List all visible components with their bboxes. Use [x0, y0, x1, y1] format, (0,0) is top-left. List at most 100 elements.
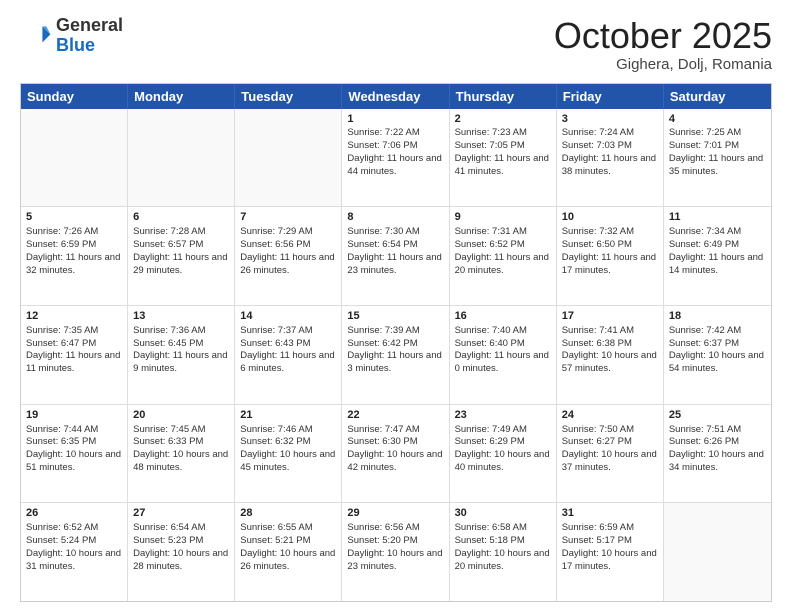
- calendar-header-saturday: Saturday: [664, 84, 771, 109]
- calendar-empty-cell: [128, 109, 235, 207]
- day-info: Sunrise: 7:51 AM Sunset: 6:26 PM Dayligh…: [669, 424, 766, 475]
- day-number: 5: [26, 210, 122, 225]
- calendar-body: 1Sunrise: 7:22 AM Sunset: 7:06 PM Daylig…: [21, 109, 771, 601]
- calendar-day-10: 10Sunrise: 7:32 AM Sunset: 6:50 PM Dayli…: [557, 207, 664, 305]
- day-info: Sunrise: 7:34 AM Sunset: 6:49 PM Dayligh…: [669, 226, 766, 277]
- calendar-day-22: 22Sunrise: 7:47 AM Sunset: 6:30 PM Dayli…: [342, 405, 449, 503]
- calendar-day-6: 6Sunrise: 7:28 AM Sunset: 6:57 PM Daylig…: [128, 207, 235, 305]
- calendar-week-2: 5Sunrise: 7:26 AM Sunset: 6:59 PM Daylig…: [21, 207, 771, 306]
- day-info: Sunrise: 6:58 AM Sunset: 5:18 PM Dayligh…: [455, 522, 551, 573]
- calendar-week-3: 12Sunrise: 7:35 AM Sunset: 6:47 PM Dayli…: [21, 306, 771, 405]
- calendar-day-3: 3Sunrise: 7:24 AM Sunset: 7:03 PM Daylig…: [557, 109, 664, 207]
- day-info: Sunrise: 6:52 AM Sunset: 5:24 PM Dayligh…: [26, 522, 122, 573]
- calendar-day-30: 30Sunrise: 6:58 AM Sunset: 5:18 PM Dayli…: [450, 503, 557, 601]
- day-number: 8: [347, 210, 443, 225]
- day-number: 12: [26, 309, 122, 324]
- calendar: SundayMondayTuesdayWednesdayThursdayFrid…: [20, 83, 772, 602]
- location: Gighera, Dolj, Romania: [554, 56, 772, 73]
- day-info: Sunrise: 7:39 AM Sunset: 6:42 PM Dayligh…: [347, 325, 443, 376]
- day-number: 24: [562, 408, 658, 423]
- day-info: Sunrise: 7:45 AM Sunset: 6:33 PM Dayligh…: [133, 424, 229, 475]
- logo-general: General: [56, 15, 123, 35]
- day-info: Sunrise: 7:32 AM Sunset: 6:50 PM Dayligh…: [562, 226, 658, 277]
- day-number: 3: [562, 112, 658, 127]
- day-number: 14: [240, 309, 336, 324]
- day-info: Sunrise: 7:46 AM Sunset: 6:32 PM Dayligh…: [240, 424, 336, 475]
- day-info: Sunrise: 7:25 AM Sunset: 7:01 PM Dayligh…: [669, 127, 766, 178]
- calendar-day-1: 1Sunrise: 7:22 AM Sunset: 7:06 PM Daylig…: [342, 109, 449, 207]
- calendar-day-25: 25Sunrise: 7:51 AM Sunset: 6:26 PM Dayli…: [664, 405, 771, 503]
- calendar-day-13: 13Sunrise: 7:36 AM Sunset: 6:45 PM Dayli…: [128, 306, 235, 404]
- day-info: Sunrise: 7:28 AM Sunset: 6:57 PM Dayligh…: [133, 226, 229, 277]
- calendar-empty-cell: [664, 503, 771, 601]
- calendar-day-8: 8Sunrise: 7:30 AM Sunset: 6:54 PM Daylig…: [342, 207, 449, 305]
- calendar-day-12: 12Sunrise: 7:35 AM Sunset: 6:47 PM Dayli…: [21, 306, 128, 404]
- day-number: 11: [669, 210, 766, 225]
- day-number: 10: [562, 210, 658, 225]
- day-number: 29: [347, 506, 443, 521]
- day-number: 15: [347, 309, 443, 324]
- calendar-day-15: 15Sunrise: 7:39 AM Sunset: 6:42 PM Dayli…: [342, 306, 449, 404]
- day-number: 2: [455, 112, 551, 127]
- calendar-day-9: 9Sunrise: 7:31 AM Sunset: 6:52 PM Daylig…: [450, 207, 557, 305]
- day-info: Sunrise: 6:55 AM Sunset: 5:21 PM Dayligh…: [240, 522, 336, 573]
- logo: General Blue: [20, 16, 123, 56]
- day-info: Sunrise: 7:22 AM Sunset: 7:06 PM Dayligh…: [347, 127, 443, 178]
- day-info: Sunrise: 6:59 AM Sunset: 5:17 PM Dayligh…: [562, 522, 658, 573]
- day-number: 21: [240, 408, 336, 423]
- day-number: 6: [133, 210, 229, 225]
- logo-blue: Blue: [56, 35, 95, 55]
- calendar-header-row: SundayMondayTuesdayWednesdayThursdayFrid…: [21, 84, 771, 109]
- calendar-empty-cell: [21, 109, 128, 207]
- calendar-day-21: 21Sunrise: 7:46 AM Sunset: 6:32 PM Dayli…: [235, 405, 342, 503]
- day-number: 22: [347, 408, 443, 423]
- day-number: 23: [455, 408, 551, 423]
- calendar-day-18: 18Sunrise: 7:42 AM Sunset: 6:37 PM Dayli…: [664, 306, 771, 404]
- calendar-header-monday: Monday: [128, 84, 235, 109]
- calendar-header-wednesday: Wednesday: [342, 84, 449, 109]
- day-info: Sunrise: 7:23 AM Sunset: 7:05 PM Dayligh…: [455, 127, 551, 178]
- calendar-day-29: 29Sunrise: 6:56 AM Sunset: 5:20 PM Dayli…: [342, 503, 449, 601]
- day-info: Sunrise: 6:56 AM Sunset: 5:20 PM Dayligh…: [347, 522, 443, 573]
- logo-text: General Blue: [56, 16, 123, 56]
- calendar-day-14: 14Sunrise: 7:37 AM Sunset: 6:43 PM Dayli…: [235, 306, 342, 404]
- day-number: 17: [562, 309, 658, 324]
- calendar-week-5: 26Sunrise: 6:52 AM Sunset: 5:24 PM Dayli…: [21, 503, 771, 601]
- day-number: 20: [133, 408, 229, 423]
- day-number: 4: [669, 112, 766, 127]
- calendar-empty-cell: [235, 109, 342, 207]
- calendar-day-27: 27Sunrise: 6:54 AM Sunset: 5:23 PM Dayli…: [128, 503, 235, 601]
- logo-icon: [20, 20, 52, 52]
- day-number: 28: [240, 506, 336, 521]
- calendar-week-4: 19Sunrise: 7:44 AM Sunset: 6:35 PM Dayli…: [21, 405, 771, 504]
- day-number: 16: [455, 309, 551, 324]
- day-number: 30: [455, 506, 551, 521]
- calendar-day-17: 17Sunrise: 7:41 AM Sunset: 6:38 PM Dayli…: [557, 306, 664, 404]
- day-info: Sunrise: 7:44 AM Sunset: 6:35 PM Dayligh…: [26, 424, 122, 475]
- day-number: 19: [26, 408, 122, 423]
- calendar-day-19: 19Sunrise: 7:44 AM Sunset: 6:35 PM Dayli…: [21, 405, 128, 503]
- calendar-day-5: 5Sunrise: 7:26 AM Sunset: 6:59 PM Daylig…: [21, 207, 128, 305]
- day-number: 7: [240, 210, 336, 225]
- day-info: Sunrise: 7:41 AM Sunset: 6:38 PM Dayligh…: [562, 325, 658, 376]
- day-info: Sunrise: 7:30 AM Sunset: 6:54 PM Dayligh…: [347, 226, 443, 277]
- day-number: 25: [669, 408, 766, 423]
- day-info: Sunrise: 7:31 AM Sunset: 6:52 PM Dayligh…: [455, 226, 551, 277]
- day-number: 27: [133, 506, 229, 521]
- day-number: 31: [562, 506, 658, 521]
- day-number: 9: [455, 210, 551, 225]
- calendar-day-11: 11Sunrise: 7:34 AM Sunset: 6:49 PM Dayli…: [664, 207, 771, 305]
- day-info: Sunrise: 7:47 AM Sunset: 6:30 PM Dayligh…: [347, 424, 443, 475]
- calendar-day-28: 28Sunrise: 6:55 AM Sunset: 5:21 PM Dayli…: [235, 503, 342, 601]
- page: General Blue October 2025 Gighera, Dolj,…: [0, 0, 792, 612]
- day-info: Sunrise: 7:35 AM Sunset: 6:47 PM Dayligh…: [26, 325, 122, 376]
- header: General Blue October 2025 Gighera, Dolj,…: [20, 16, 772, 73]
- day-info: Sunrise: 7:29 AM Sunset: 6:56 PM Dayligh…: [240, 226, 336, 277]
- day-info: Sunrise: 7:37 AM Sunset: 6:43 PM Dayligh…: [240, 325, 336, 376]
- day-info: Sunrise: 7:36 AM Sunset: 6:45 PM Dayligh…: [133, 325, 229, 376]
- day-info: Sunrise: 7:42 AM Sunset: 6:37 PM Dayligh…: [669, 325, 766, 376]
- calendar-day-26: 26Sunrise: 6:52 AM Sunset: 5:24 PM Dayli…: [21, 503, 128, 601]
- calendar-header-thursday: Thursday: [450, 84, 557, 109]
- month-title: October 2025: [554, 16, 772, 56]
- calendar-day-23: 23Sunrise: 7:49 AM Sunset: 6:29 PM Dayli…: [450, 405, 557, 503]
